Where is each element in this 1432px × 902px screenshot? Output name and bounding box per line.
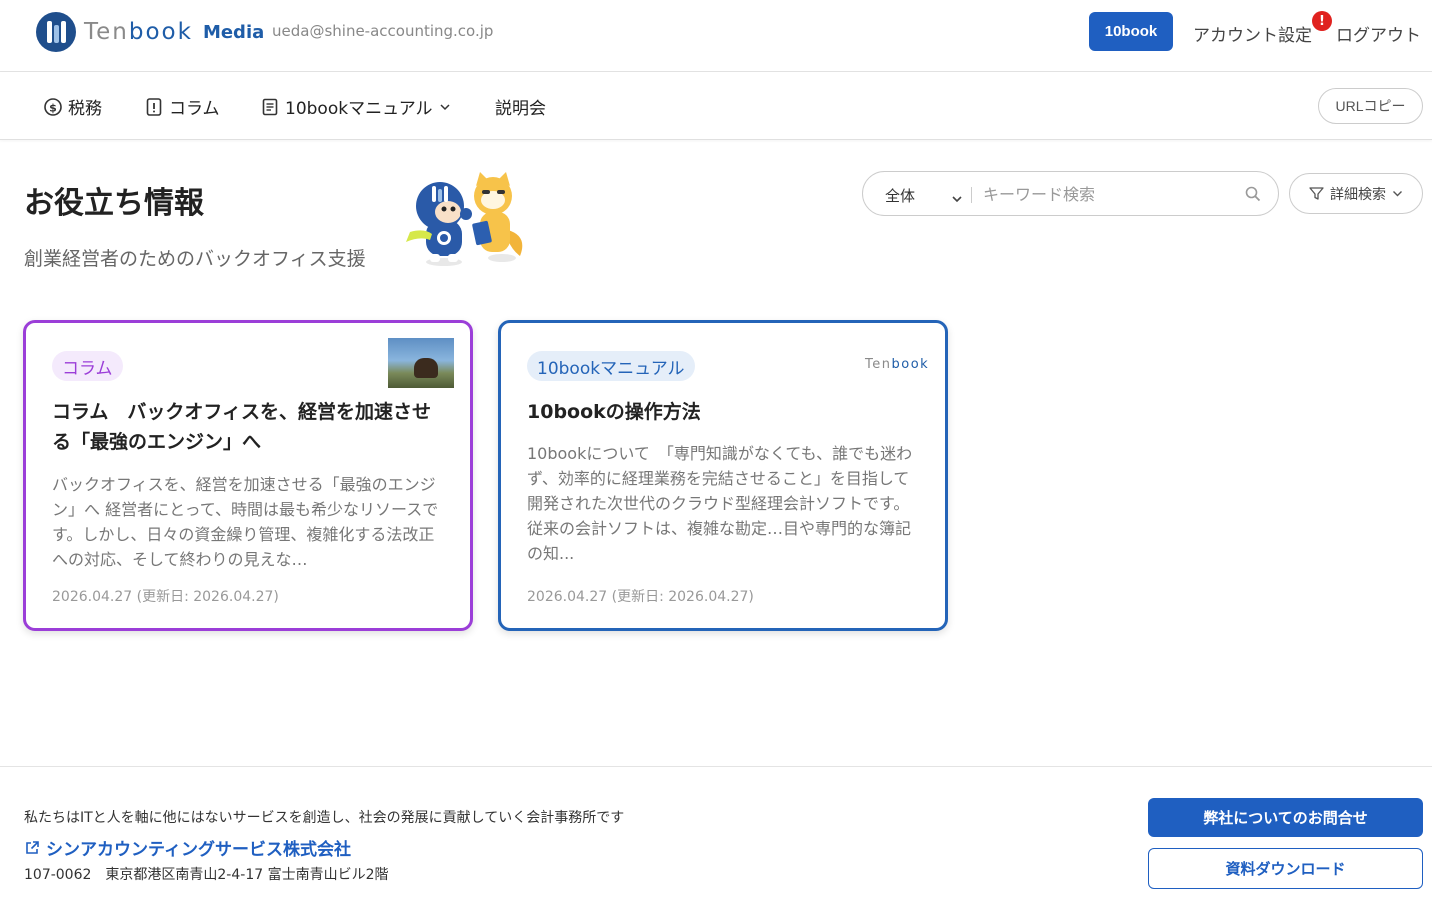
search-scope-select[interactable]: 全体 (885, 185, 915, 206)
brand-text-book: book (891, 357, 930, 372)
article-card[interactable]: コラム コラム バックオフィスを、経営を加速させる「最強のエンジン」へ バックオ… (23, 320, 473, 631)
brand-text-ten: Ten (865, 357, 892, 372)
category-tag[interactable]: 10bookマニュアル (527, 351, 695, 381)
exclamation-doc-icon (145, 97, 163, 116)
company-link[interactable]: シンアカウンティングサービス株式会社 (24, 835, 351, 860)
nav-item-label: 税務 (68, 99, 102, 119)
company-name: シンアカウンティングサービス株式会社 (46, 840, 351, 860)
document-list-icon (261, 98, 279, 116)
article-title[interactable]: コラム バックオフィスを、経営を加速させる「最強のエンジン」へ (52, 397, 442, 457)
nav-item-seminar[interactable]: 説明会 (495, 94, 546, 119)
logo-text-ten: Ten (84, 19, 129, 45)
chevron-down-icon[interactable] (951, 188, 963, 207)
contact-button[interactable]: 弊社についてのお問合せ (1148, 798, 1423, 837)
article-date: 2026.04.27 (更新日: 2026.04.27) (527, 589, 754, 605)
chevron-down-icon (439, 103, 451, 111)
tenbook-media-logo[interactable]: Ten book Media (36, 12, 264, 52)
logo-text-media: Media (202, 21, 265, 43)
logo-text-book: book (128, 19, 193, 45)
tenbook-logo-icon (36, 12, 76, 52)
external-link-icon (26, 840, 39, 854)
article-card[interactable]: 10bookマニュアル Tenbook 10bookの操作方法 10bookにつ… (498, 320, 948, 631)
search-input[interactable] (983, 181, 1233, 207)
nav-item-10book-manual[interactable]: 10bookマニュアル (261, 94, 451, 119)
page-footer: 私たちはITと人を軸に他にはないサービスを創造し、社会の発展に貢献していく会計事… (0, 766, 1432, 902)
advanced-search-label: 詳細検索 (1330, 185, 1386, 202)
search-box: 全体 (862, 171, 1279, 216)
account-settings-link[interactable]: アカウント設定 (1193, 21, 1312, 46)
logout-link[interactable]: ログアウト (1336, 21, 1421, 46)
10book-button[interactable]: 10book (1089, 12, 1173, 51)
category-tag[interactable]: コラム (52, 351, 123, 381)
svg-text:$: $ (49, 101, 57, 114)
nav-item-label: 10bookマニュアル (285, 99, 433, 119)
tenbook-brand-logo: Tenbook (865, 357, 929, 372)
main-nav: $ 税務 コラム 10bookマニュアル 説明会 URLコピー (0, 72, 1432, 140)
article-title[interactable]: 10bookの操作方法 (527, 397, 917, 427)
dollar-circle-icon: $ (44, 97, 62, 116)
company-address: 107-0062 東京都港区南青山2-4-17 富士南青山ビル2階 (24, 867, 389, 883)
page-subtitle: 創業経営者のためのバックオフィス支援 (24, 248, 366, 270)
scope-divider (971, 187, 972, 203)
chevron-down-icon (1392, 190, 1403, 197)
article-excerpt: 10bookについて 「専門知識がなくても、誰でも迷わず、効率的に経理業務を完結… (527, 444, 913, 563)
nav-item-tax[interactable]: $ 税務 (44, 94, 102, 119)
search-icon[interactable] (1245, 186, 1261, 206)
article-date: 2026.04.27 (更新日: 2026.04.27) (52, 589, 279, 605)
alert-badge: ! (1312, 11, 1332, 31)
article-excerpt: バックオフィスを、経営を加速させる「最強のエンジン」へ 経営者にとって、時間は最… (52, 475, 439, 569)
footer-tagline: 私たちはITと人を軸に他にはないサービスを創造し、社会の発展に貢献していく会計事… (24, 810, 625, 826)
mascot-illustration (400, 170, 530, 270)
advanced-search-button[interactable]: 詳細検索 (1289, 173, 1423, 214)
page-title: お役立ち情報 (24, 186, 204, 221)
top-header: Ten book Media ueda@shine-accounting.co.j… (0, 0, 1432, 72)
article-thumbnail (388, 338, 454, 388)
url-copy-button[interactable]: URLコピー (1318, 88, 1423, 124)
nav-item-label: コラム (169, 99, 220, 119)
user-email: ueda@shine-accounting.co.jp (272, 22, 494, 40)
nav-item-label: 説明会 (495, 99, 546, 119)
filter-icon (1309, 186, 1324, 201)
download-materials-button[interactable]: 資料ダウンロード (1148, 848, 1423, 889)
nav-item-column[interactable]: コラム (145, 94, 220, 119)
